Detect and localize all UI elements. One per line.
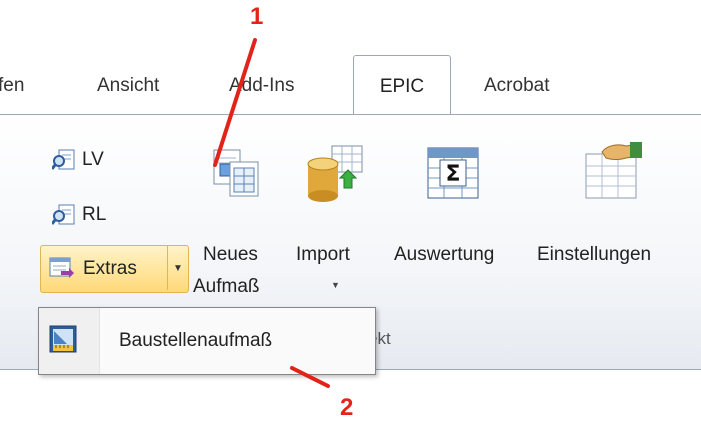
callout-arrow-1 [213,38,257,167]
callout-number-2: 2 [340,394,354,421]
callout-arrows [213,38,330,388]
callout-arrow-2 [290,366,330,388]
